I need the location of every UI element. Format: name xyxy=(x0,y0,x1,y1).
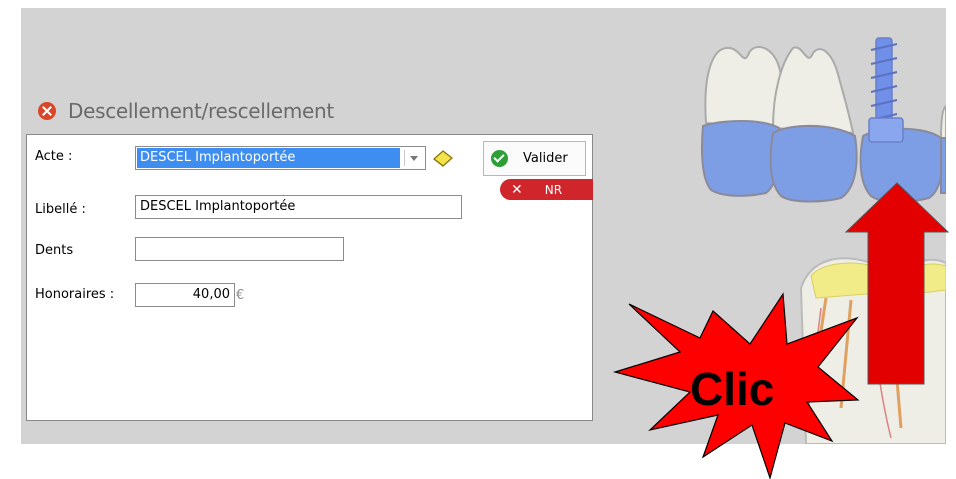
nr-button[interactable]: ✕ NR xyxy=(500,179,593,200)
acte-select[interactable]: DESCEL Implantoportée xyxy=(135,146,426,170)
honoraires-label: Honoraires : xyxy=(35,287,115,302)
dialog-panel: Acte : DESCEL Implantoportée Valider Lib… xyxy=(26,134,593,421)
dialog-title: Descellement/rescellement xyxy=(68,99,334,123)
check-icon xyxy=(491,150,508,167)
nr-label: NR xyxy=(544,182,563,197)
libelle-field[interactable]: DESCEL Implantoportée xyxy=(135,195,462,219)
dents-field[interactable] xyxy=(135,237,344,261)
dents-label: Dents xyxy=(35,243,74,258)
valider-button[interactable]: Valider xyxy=(483,141,586,176)
chevron-down-icon[interactable] xyxy=(410,156,418,161)
select-separator xyxy=(404,150,405,166)
close-icon: ✕ xyxy=(511,181,523,198)
callout-text: Clic xyxy=(690,363,775,415)
currency-symbol: € xyxy=(236,288,245,303)
valider-label: Valider xyxy=(523,151,568,166)
acte-label: Acte : xyxy=(35,149,73,164)
honoraires-field[interactable]: 40,00 xyxy=(135,283,235,307)
dialog-title-bar: Descellement/rescellement xyxy=(38,98,334,124)
acte-selected-value: DESCEL Implantoportée xyxy=(137,148,400,168)
close-icon[interactable] xyxy=(38,102,56,120)
libelle-label: Libellé : xyxy=(35,202,86,217)
eraser-icon[interactable] xyxy=(431,148,455,168)
